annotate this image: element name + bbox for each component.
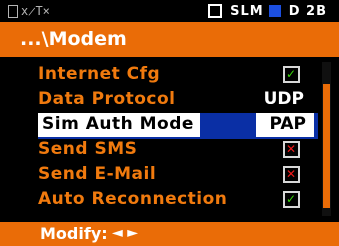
menu-item-label: Send SMS (38, 139, 138, 159)
menu-item-sim-auth-mode[interactable]: Sim Auth Mode PAP (38, 113, 318, 139)
checkbox-unchecked-icon[interactable]: ✕ (283, 166, 300, 183)
menu-item-value[interactable]: UDP (264, 89, 304, 109)
checkbox-checked-icon[interactable]: ✓ (283, 191, 300, 208)
modify-label: Modify: (40, 224, 108, 243)
mode-label: SLM (230, 3, 264, 19)
menu-item-auto-reconnection[interactable]: Auto Reconnection ✓ (38, 188, 318, 214)
menu-item-label: Sim Auth Mode (42, 114, 194, 134)
page-title: ...\Modem (20, 28, 127, 50)
menu-item-label: Internet Cfg (38, 64, 161, 84)
footer-bar: Modify: ◄ ► (0, 222, 339, 246)
status-icons: x̷T× (8, 3, 50, 19)
document-icon (8, 4, 18, 18)
menu-item-label: Send E-Mail (38, 164, 157, 184)
mode-indicator-icon (268, 5, 281, 17)
status-bar: x̷T× SLM D 2B (0, 0, 339, 22)
menu-item-send-sms[interactable]: Send SMS ✕ (38, 138, 318, 164)
slm-mode-icon (208, 4, 223, 18)
menu-item-label: Auto Reconnection (38, 189, 228, 209)
left-right-arrows-icon: ◄ ► (112, 225, 138, 241)
battery-label: D 2B (288, 3, 327, 19)
menu-item-send-email[interactable]: Send E-Mail ✕ (38, 163, 318, 189)
menu-item-label: Data Protocol (38, 89, 176, 109)
menu-item-internet-cfg[interactable]: Internet Cfg ✓ (38, 63, 318, 89)
checkbox-unchecked-icon[interactable]: ✕ (283, 141, 300, 158)
status-right: SLM D 2B (208, 2, 327, 20)
menu-item-data-protocol[interactable]: Data Protocol UDP (38, 88, 318, 114)
device-screen: x̷T× SLM D 2B ...\Modem Internet Cfg ✓ D… (0, 0, 339, 246)
title-bar: ...\Modem (0, 22, 339, 57)
checkbox-checked-icon[interactable]: ✓ (283, 66, 300, 83)
status-icons-text: x̷T× (21, 4, 50, 18)
scrollbar[interactable] (322, 62, 331, 216)
scroll-thumb[interactable] (323, 84, 330, 208)
menu-item-value[interactable]: PAP (269, 114, 306, 134)
